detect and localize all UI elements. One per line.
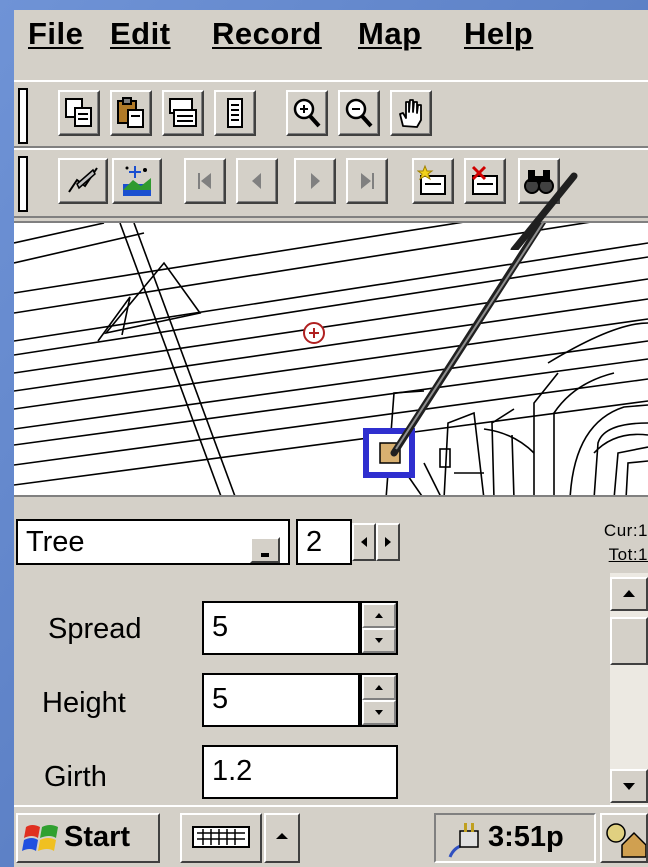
spread-field[interactable]: 5 bbox=[202, 601, 360, 655]
arrow-right-icon bbox=[385, 537, 391, 547]
menu-edit[interactable]: Edit bbox=[110, 16, 171, 52]
record-number: 2 bbox=[306, 526, 323, 558]
menu-help[interactable]: Help bbox=[464, 16, 533, 52]
girth-value: 1.2 bbox=[212, 755, 253, 787]
spread-decrement[interactable] bbox=[362, 628, 396, 653]
arrow-down-icon bbox=[623, 783, 635, 790]
toolbar-edit-view bbox=[14, 80, 648, 148]
form-scrollbar[interactable] bbox=[610, 573, 648, 805]
scroll-down-button[interactable] bbox=[610, 769, 648, 803]
arrow-up-icon bbox=[375, 685, 383, 690]
properties-button[interactable] bbox=[162, 90, 204, 136]
height-decrement[interactable] bbox=[362, 700, 396, 725]
taskbar: Start 3:51p bbox=[14, 805, 648, 867]
arrow-up-icon bbox=[276, 833, 288, 839]
arrow-left-icon bbox=[361, 537, 367, 547]
height-label: Height bbox=[42, 687, 126, 719]
keyboard-icon bbox=[192, 826, 250, 848]
zoom-out-button[interactable] bbox=[338, 90, 380, 136]
girth-field[interactable]: 1.2 bbox=[202, 745, 398, 799]
pocket-pc-screen: File Edit Record Map Help Tree 2 Cur:1 T… bbox=[14, 10, 648, 867]
zoom-out-icon bbox=[345, 98, 373, 128]
start-label: Start bbox=[64, 821, 131, 853]
paste-icon bbox=[117, 97, 144, 128]
desktop-button[interactable] bbox=[600, 813, 648, 863]
arrow-up-icon bbox=[623, 590, 635, 597]
document-button[interactable] bbox=[214, 90, 256, 136]
copy-icon bbox=[65, 98, 92, 127]
record-bar: Tree 2 Cur:1 Tot:1 bbox=[14, 507, 648, 573]
arrow-up-icon bbox=[375, 613, 383, 618]
current-record-label: Cur:1 bbox=[603, 521, 648, 540]
menu-bar: File Edit Record Map Help bbox=[14, 10, 648, 72]
pan-hand-icon bbox=[399, 99, 422, 128]
layer-dropdown[interactable]: Tree bbox=[16, 519, 290, 565]
system-tray: 3:51p bbox=[434, 813, 596, 863]
clock[interactable]: 3:51p bbox=[488, 821, 564, 854]
menu-record[interactable]: Record bbox=[212, 16, 322, 52]
properties-icon bbox=[169, 98, 197, 127]
toolbar-grip[interactable] bbox=[18, 88, 28, 144]
attribute-form: Spread 5 Height 5 Girth 1.2 bbox=[14, 573, 648, 805]
stylus-upper bbox=[510, 172, 578, 250]
keyboard-button[interactable] bbox=[180, 813, 262, 863]
input-panel-toggle[interactable] bbox=[264, 813, 300, 863]
girth-label: Girth bbox=[44, 761, 107, 793]
spread-label: Spread bbox=[48, 613, 142, 645]
desktop-icon bbox=[606, 823, 647, 858]
record-number-field[interactable]: 2 bbox=[296, 519, 352, 565]
scroll-thumb[interactable] bbox=[610, 617, 648, 665]
spread-value: 5 bbox=[212, 611, 229, 643]
windows-flag-icon bbox=[22, 825, 58, 851]
menu-map[interactable]: Map bbox=[358, 16, 422, 52]
record-next-button[interactable] bbox=[376, 523, 400, 561]
spread-increment[interactable] bbox=[362, 603, 396, 628]
document-icon bbox=[227, 98, 243, 128]
pan-button[interactable] bbox=[390, 90, 432, 136]
height-increment[interactable] bbox=[362, 675, 396, 700]
scroll-up-button[interactable] bbox=[610, 577, 648, 611]
height-field[interactable]: 5 bbox=[202, 673, 360, 727]
menu-file[interactable]: File bbox=[28, 16, 83, 52]
height-spinner[interactable] bbox=[360, 673, 398, 727]
arrow-down-icon bbox=[375, 710, 383, 715]
zoom-in-button[interactable] bbox=[286, 90, 328, 136]
map-view[interactable] bbox=[14, 221, 648, 497]
stylus-pointer bbox=[390, 223, 547, 457]
copy-button[interactable] bbox=[58, 90, 100, 136]
gps-position-marker bbox=[303, 322, 325, 344]
power-plug-icon[interactable] bbox=[444, 817, 484, 861]
layer-dropdown-button[interactable] bbox=[250, 537, 280, 563]
arrow-down-icon bbox=[375, 638, 383, 643]
height-value: 5 bbox=[212, 683, 229, 715]
spread-spinner[interactable] bbox=[360, 601, 398, 655]
layer-value: Tree bbox=[26, 526, 85, 558]
total-records-label: Tot:1 bbox=[608, 545, 648, 564]
start-button[interactable]: Start bbox=[16, 813, 160, 863]
zoom-in-icon bbox=[293, 98, 321, 128]
map-drawing bbox=[14, 223, 648, 495]
paste-button[interactable] bbox=[110, 90, 152, 136]
chevron-down-icon bbox=[261, 553, 269, 557]
record-prev-button[interactable] bbox=[352, 523, 376, 561]
